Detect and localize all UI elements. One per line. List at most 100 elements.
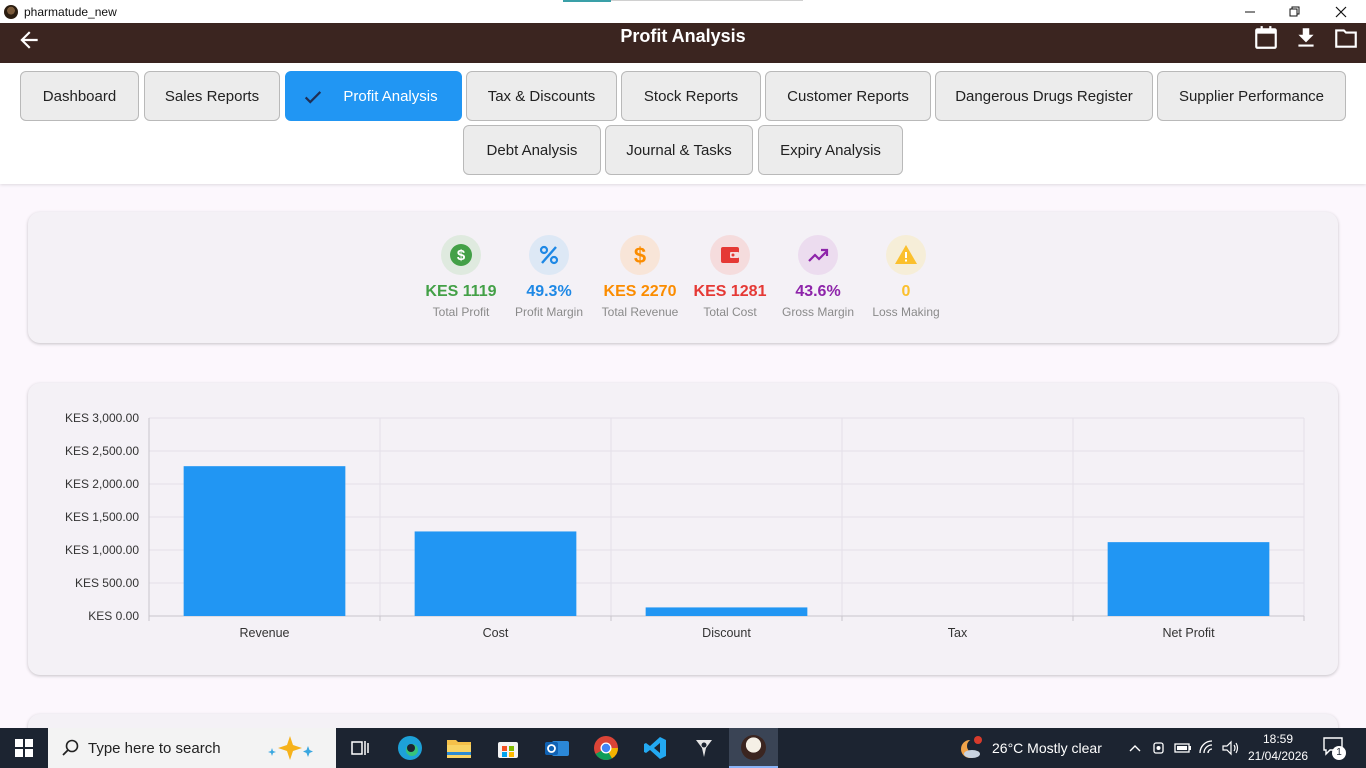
task-view-icon[interactable]: [344, 732, 376, 764]
tab-journal-tasks[interactable]: Journal & Tasks: [605, 125, 753, 175]
search-placeholder: Type here to search: [88, 739, 221, 757]
folder-icon[interactable]: [1333, 25, 1359, 51]
chrome-icon[interactable]: [590, 732, 622, 764]
kpi-loss-making: 0 Loss Making: [866, 235, 946, 319]
kpi-label: Gross Margin: [781, 305, 855, 319]
minimize-icon: [1245, 11, 1255, 12]
calendar-icon[interactable]: [1253, 25, 1279, 51]
profit-bar-chart: KES 0.00 KES 500.00 KES 1,000.00 KES 1,500.…: [65, 411, 1305, 640]
app-logo-icon: [4, 4, 18, 19]
weather-moon-icon: [961, 736, 982, 758]
tab-label: Tax & Discounts: [487, 87, 596, 105]
tab-label: Supplier Performance: [1178, 87, 1325, 105]
wifi-icon[interactable]: [1199, 740, 1217, 756]
x-tick-label: Revenue: [239, 626, 289, 640]
app-bar: Profit Analysis: [0, 23, 1366, 63]
kpi-value: 43.6%: [795, 283, 841, 300]
dollar-circle-icon: $: [441, 235, 481, 275]
x-tick-label: Tax: [948, 626, 968, 640]
percent-icon: [529, 235, 569, 275]
y-tick-label: KES 0.00: [88, 609, 139, 623]
weather-widget[interactable]: 26°C Mostly clear: [958, 728, 1102, 768]
battery-icon[interactable]: [1174, 741, 1192, 755]
taskbar-search-box[interactable]: Type here to search: [48, 728, 336, 768]
notification-count-badge: 1: [1332, 746, 1346, 760]
kpi-value: KES 2270: [603, 283, 677, 300]
search-icon: [62, 739, 79, 756]
chevron-up-icon[interactable]: [1129, 743, 1141, 753]
title-accent: [563, 0, 611, 2]
kpi-summary-card: [28, 212, 1338, 343]
svg-text:$: $: [634, 243, 646, 267]
tab-supplier-performance[interactable]: Supplier Performance: [1157, 71, 1346, 121]
restore-button[interactable]: [1272, 0, 1318, 23]
windows-start-icon[interactable]: [15, 739, 33, 757]
edge-browser-icon[interactable]: [394, 732, 426, 764]
kpi-total-revenue: $ KES 2270 Total Revenue: [598, 235, 682, 319]
volume-icon[interactable]: [1222, 740, 1240, 756]
close-window-button[interactable]: [1318, 0, 1364, 23]
tab-profit-analysis[interactable]: Profit Analysis: [285, 71, 462, 121]
bar-revenue: [183, 466, 346, 616]
clock-time: 18:59: [1262, 732, 1294, 746]
tab-label: Expiry Analysis: [780, 141, 881, 159]
y-tick-label: KES 1,500.00: [65, 510, 139, 524]
tab-label: Dangerous Drugs Register: [955, 87, 1133, 105]
tab-tax-discounts[interactable]: Tax & Discounts: [466, 71, 617, 121]
checkmark-icon: [304, 91, 322, 104]
dollar-icon: $: [620, 235, 660, 275]
kpi-value: 0: [901, 283, 911, 300]
weather-text: 26°C Mostly clear: [992, 740, 1102, 756]
tab-dashboard[interactable]: Dashboard: [20, 71, 139, 121]
file-explorer-icon[interactable]: [443, 732, 475, 764]
kpi-profit-margin: 49.3% Profit Margin: [509, 235, 589, 319]
x-tick-label: Discount: [702, 626, 751, 640]
pharmatude-app-icon: [741, 735, 766, 760]
close-icon: [1335, 6, 1347, 17]
inkscape-icon[interactable]: [688, 732, 720, 764]
y-tick-label: KES 3,000.00: [65, 411, 139, 425]
pharmatude-taskbar-button[interactable]: [729, 728, 778, 768]
clock-date: 21/04/2026: [1248, 749, 1309, 763]
tab-customer-reports[interactable]: Customer Reports: [765, 71, 931, 121]
outlook-icon[interactable]: [541, 732, 573, 764]
kpi-total-cost: KES 1281 Total Cost: [690, 235, 770, 319]
window-title-bar: pharmatude_new: [0, 0, 1366, 23]
tab-label: Stock Reports: [643, 87, 739, 105]
trending-up-icon: [798, 235, 838, 275]
kpi-value: 49.3%: [526, 283, 572, 300]
minimize-button[interactable]: [1227, 0, 1273, 23]
kpi-label: Loss Making: [872, 305, 940, 319]
tab-label: Debt Analysis: [486, 141, 578, 159]
clock[interactable]: 18:59 21/04/2026: [1248, 731, 1308, 765]
microsoft-store-icon[interactable]: [492, 732, 524, 764]
warning-icon: [886, 235, 926, 275]
download-icon[interactable]: [1293, 25, 1319, 51]
meet-now-icon[interactable]: [1152, 740, 1166, 756]
kpi-label: Total Cost: [703, 305, 757, 319]
tab-expiry-analysis[interactable]: Expiry Analysis: [758, 125, 903, 175]
kpi-value: KES 1281: [693, 283, 767, 300]
wallet-icon: [710, 235, 750, 275]
tab-dangerous-drugs-register[interactable]: Dangerous Drugs Register: [935, 71, 1153, 121]
window-title: pharmatude_new: [24, 4, 117, 19]
svg-text:$: $: [457, 247, 466, 264]
tab-debt-analysis[interactable]: Debt Analysis: [463, 125, 601, 175]
tab-sales-reports[interactable]: Sales Reports: [144, 71, 280, 121]
bar-cost: [414, 531, 577, 616]
bar-discount: [645, 607, 808, 616]
kpi-total-profit: $ KES 1119 Total Profit: [421, 235, 501, 319]
notification-center-button[interactable]: 1: [1322, 736, 1346, 760]
tab-label: Sales Reports: [164, 87, 260, 105]
bar-net-profit: [1107, 542, 1270, 616]
tab-stock-reports[interactable]: Stock Reports: [621, 71, 761, 121]
report-navigation: Dashboard Sales Reports Profit Analysis …: [0, 63, 1366, 184]
tab-label: Dashboard: [42, 87, 117, 105]
x-tick-label: Cost: [483, 626, 509, 640]
kpi-label: Total Revenue: [601, 305, 679, 319]
vscode-icon[interactable]: [639, 732, 671, 764]
x-tick-label: Net Profit: [1162, 626, 1215, 640]
kpi-label: Profit Margin: [514, 305, 584, 319]
kpi-label: Total Profit: [432, 305, 490, 319]
kpi-value: KES 1119: [425, 283, 497, 300]
